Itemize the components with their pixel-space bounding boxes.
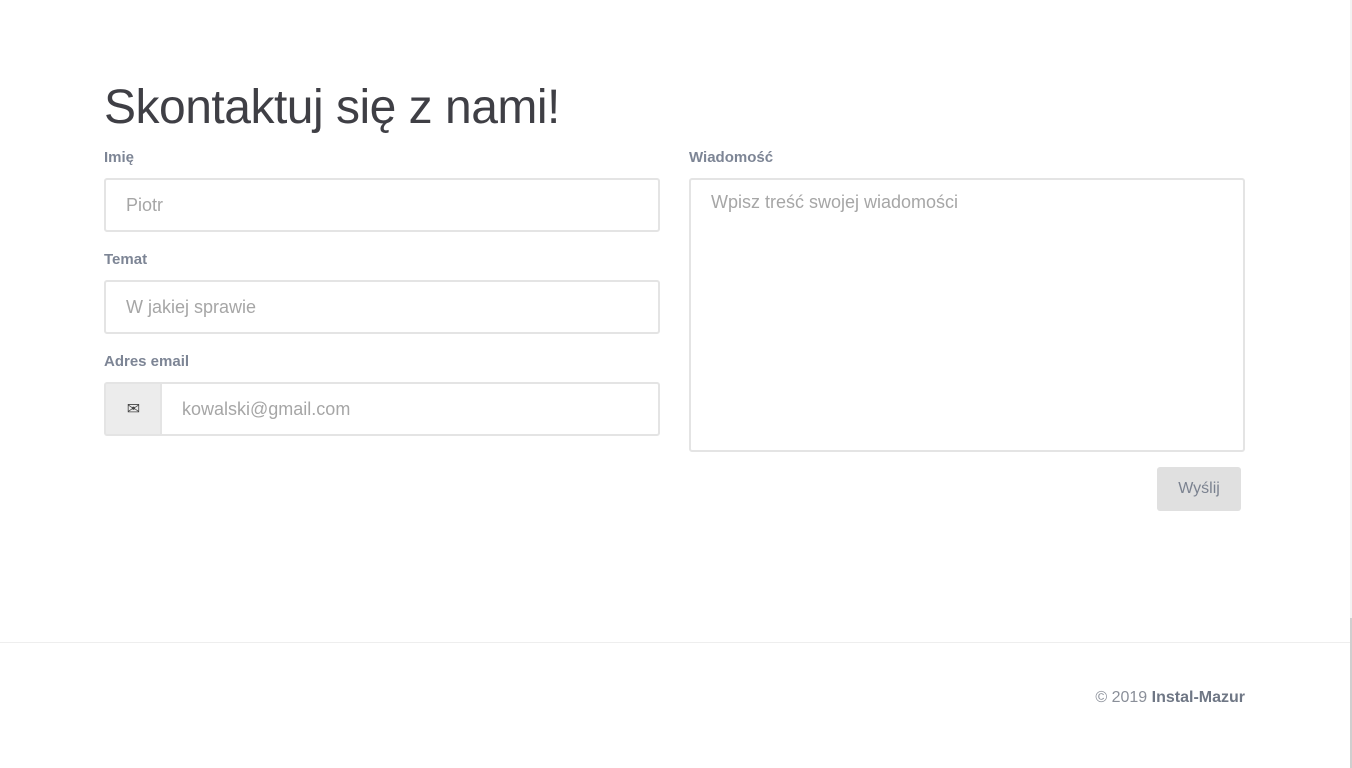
email-input[interactable] <box>160 382 660 436</box>
name-label: Imię <box>104 149 135 166</box>
email-label: Adres email <box>104 353 190 370</box>
page-title: Skontaktuj się z nami! <box>104 81 560 134</box>
footer-copyright: © 2019 Instal-Mazur <box>1095 688 1245 708</box>
message-textarea[interactable] <box>689 178 1245 452</box>
contact-page: Skontaktuj się z nami! Imię Temat Adres … <box>0 0 1352 768</box>
subject-input[interactable] <box>104 280 660 334</box>
email-addon: ✉ <box>104 382 161 436</box>
name-input[interactable] <box>104 178 660 232</box>
subject-label: Temat <box>104 251 148 268</box>
submit-button[interactable]: Wyślij <box>1157 467 1241 511</box>
footer-divider <box>0 642 1350 643</box>
footer-brand: Instal-Mazur <box>1151 689 1245 706</box>
envelope-icon: ✉ <box>126 401 141 418</box>
message-label: Wiadomość <box>689 149 774 166</box>
copyright-text: © 2019 <box>1095 689 1152 706</box>
